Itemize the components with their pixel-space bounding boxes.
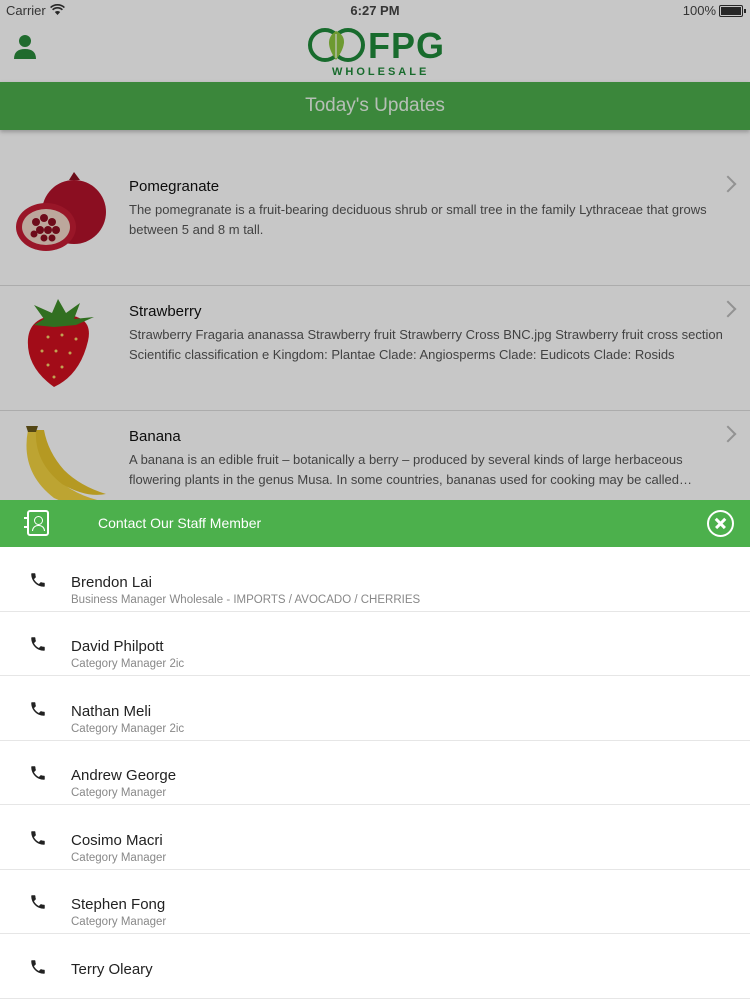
staff-row[interactable]: David Philpott Category Manager 2ic (0, 611, 750, 676)
contact-book-icon (24, 510, 49, 536)
contact-sheet-header: Contact Our Staff Member (0, 500, 750, 547)
staff-role: Category Manager (71, 787, 167, 799)
phone-icon[interactable] (29, 764, 47, 782)
staff-role: Category Manager 2ic (71, 658, 185, 670)
dim-overlay[interactable] (0, 0, 750, 500)
staff-role: Category Manager 2ic (71, 723, 185, 735)
staff-row[interactable]: Stephen Fong Category Manager (0, 869, 750, 934)
close-icon[interactable] (707, 510, 734, 537)
staff-row[interactable]: Nathan Meli Category Manager 2ic (0, 676, 750, 741)
staff-role: Category Manager (71, 852, 167, 864)
staff-role: Business Manager Wholesale - IMPORTS / A… (71, 594, 421, 606)
phone-icon[interactable] (29, 958, 47, 976)
staff-list: Brendon Lai Business Manager Wholesale -… (0, 547, 750, 1000)
staff-name: Nathan Meli (71, 703, 152, 720)
staff-name: Brendon Lai (71, 574, 152, 591)
staff-row[interactable]: Andrew George Category Manager (0, 740, 750, 805)
phone-icon[interactable] (29, 893, 47, 911)
phone-icon[interactable] (29, 700, 47, 718)
staff-name: Stephen Fong (71, 896, 166, 913)
staff-role: Category Manager (71, 916, 167, 928)
staff-row[interactable]: Cosimo Macri Category Manager (0, 805, 750, 870)
staff-name: Cosimo Macri (71, 832, 163, 849)
phone-icon[interactable] (29, 571, 47, 589)
staff-row[interactable]: Terry Oleary (0, 934, 750, 999)
staff-name: David Philpott (71, 638, 164, 655)
phone-icon[interactable] (29, 635, 47, 653)
staff-name: Andrew George (71, 767, 177, 784)
staff-name: Terry Oleary (71, 961, 153, 978)
staff-row[interactable]: Brendon Lai Business Manager Wholesale -… (0, 547, 750, 612)
phone-icon[interactable] (29, 829, 47, 847)
contact-sheet-title: Contact Our Staff Member (98, 515, 262, 531)
